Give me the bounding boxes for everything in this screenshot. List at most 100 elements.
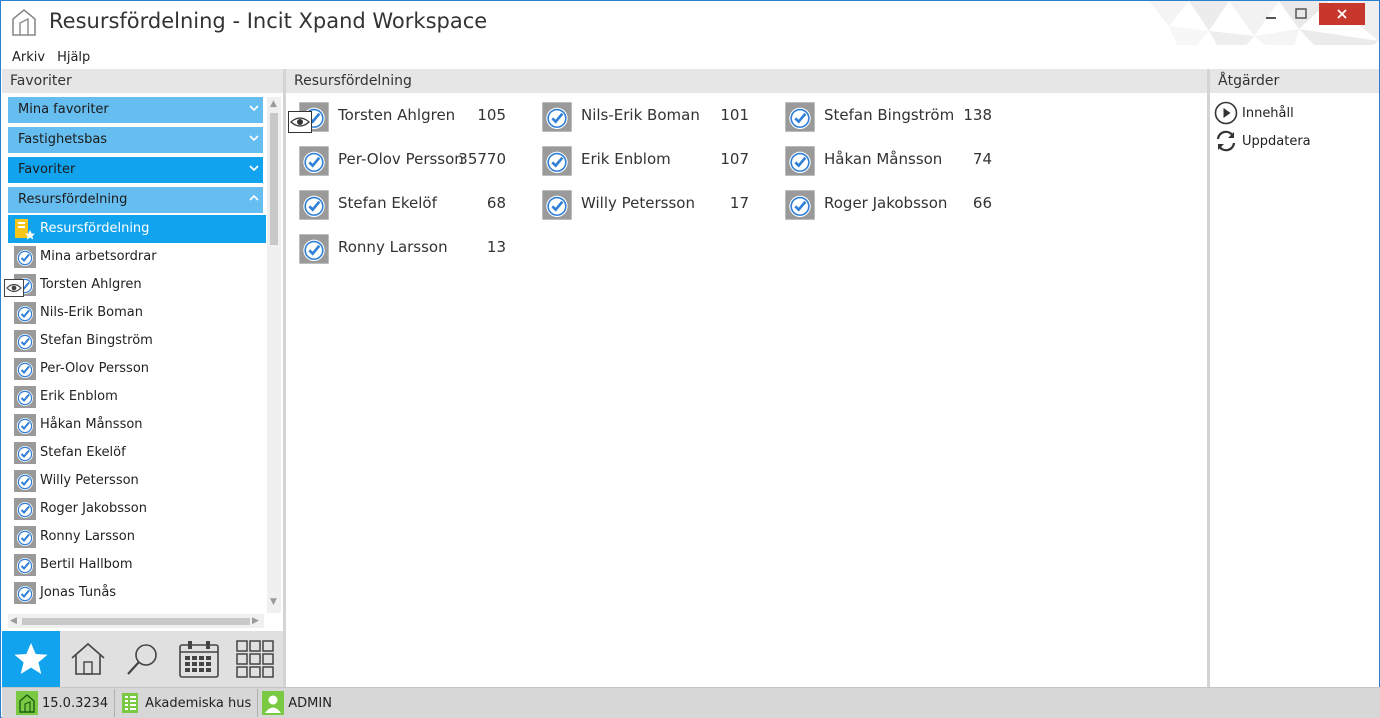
- tree-item-resource[interactable]: Torsten Ahlgren: [8, 271, 266, 299]
- star-icon: [14, 643, 48, 674]
- tree-item-label: Ronny Larsson: [40, 529, 135, 544]
- user-label: ADMIN: [288, 695, 332, 711]
- refresh-icon: [1216, 130, 1236, 152]
- apps-nav-button[interactable]: [227, 631, 283, 687]
- scroll-left-arrow-icon[interactable]: ◀: [10, 616, 17, 626]
- resource-tile[interactable]: Willy Petersson 17: [529, 185, 749, 221]
- resource-tile[interactable]: Stefan Bingström 138: [772, 97, 992, 133]
- organization-label: Akademiska hus: [145, 695, 252, 711]
- resource-name: Håkan Månsson: [824, 150, 943, 168]
- accordion-label: Favoriter: [18, 162, 76, 177]
- resource-name: Stefan Bingström: [824, 106, 955, 124]
- scroll-up-arrow-icon[interactable]: ▲: [270, 99, 277, 109]
- tree-item-label: Roger Jakobsson: [40, 501, 147, 516]
- work-order-check-icon: [299, 190, 329, 220]
- tree-item-resursfordelning[interactable]: Resursfördelning: [8, 215, 266, 243]
- menu-file[interactable]: Arkiv: [12, 50, 45, 65]
- home-nav-button[interactable]: [60, 631, 116, 687]
- user-avatar-icon: [262, 691, 285, 715]
- tree-item-label: Bertil Hallbom: [40, 557, 133, 572]
- organization-status[interactable]: Akademiska hus: [119, 689, 259, 717]
- resource-name: Torsten Ahlgren: [338, 106, 456, 124]
- resource-count: 68: [486, 194, 506, 212]
- tree-item-resource[interactable]: Stefan Ekelöf: [8, 439, 266, 467]
- chevron-down-icon: [249, 105, 259, 112]
- resource-name: Nils-Erik Boman: [581, 106, 700, 124]
- resource-name: Roger Jakobsson: [824, 194, 948, 212]
- close-button[interactable]: [1319, 3, 1365, 25]
- work-order-check-icon: [542, 102, 572, 132]
- building-icon: [119, 691, 141, 715]
- refresh-action[interactable]: Uppdatera: [1214, 129, 1311, 153]
- tree-item-label: Mina arbetsordrar: [40, 249, 157, 264]
- resource-name: Willy Petersson: [581, 194, 695, 212]
- favorites-nav-button[interactable]: [2, 631, 60, 687]
- accordion-resursfordelning[interactable]: Resursfördelning: [8, 187, 263, 213]
- work-order-check-icon: [14, 246, 36, 268]
- tree-item-resource[interactable]: Jonas Tunås: [8, 579, 266, 607]
- resource-tile[interactable]: Roger Jakobsson 66: [772, 185, 992, 221]
- scroll-right-arrow-icon[interactable]: ▶: [252, 616, 259, 626]
- resource-count: 101: [720, 106, 749, 124]
- tree-item-label: Stefan Ekelöf: [40, 445, 126, 460]
- tree-item-resource[interactable]: Ronny Larsson: [8, 523, 266, 551]
- tree-item-resource[interactable]: Stefan Bingström: [8, 327, 266, 355]
- tree-item-resource[interactable]: Willy Petersson: [8, 467, 266, 495]
- content-action[interactable]: Innehåll: [1214, 101, 1294, 125]
- version-status[interactable]: 15.0.3234: [16, 689, 116, 717]
- tree-item-resource[interactable]: Bertil Hallbom: [8, 551, 266, 579]
- tree-item-label: Erik Enblom: [40, 389, 118, 404]
- menu-help[interactable]: Hjälp: [57, 50, 90, 65]
- app-version-icon: [16, 691, 38, 715]
- search-nav-button[interactable]: [116, 631, 172, 687]
- maximize-icon: [1295, 8, 1307, 19]
- work-order-check-icon: [14, 358, 36, 380]
- resource-tile[interactable]: Per-Olov Persson 35770: [286, 141, 506, 177]
- search-icon: [127, 644, 158, 675]
- tree-item-resource[interactable]: Roger Jakobsson: [8, 495, 266, 523]
- status-bar: 15.0.3234 Akademiska hus ADMIN: [2, 687, 1380, 718]
- resource-tiles-area: Torsten Ahlgren 105 Nils-Erik Boman 101 …: [286, 93, 1207, 687]
- tree-item-resource[interactable]: Erik Enblom: [8, 383, 266, 411]
- work-order-check-icon: [299, 146, 329, 176]
- maximize-button[interactable]: [1287, 3, 1315, 25]
- tree-item-mina-arbetsordrar[interactable]: Mina arbetsordrar: [8, 243, 266, 271]
- minimize-button[interactable]: [1257, 3, 1285, 25]
- tree-item-resource[interactable]: Håkan Månsson: [8, 411, 266, 439]
- calendar-nav-button[interactable]: [171, 631, 227, 687]
- work-order-check-icon: [785, 102, 815, 132]
- menu-bar: Arkiv Hjälp: [1, 45, 1379, 69]
- title-bar[interactable]: Resursfördelning - Incit Xpand Workspace: [1, 1, 1379, 45]
- work-order-check-icon: [542, 190, 572, 220]
- accordion-mina-favoriter[interactable]: Mina favoriter: [8, 97, 263, 123]
- resource-tile[interactable]: Ronny Larsson 13: [286, 229, 506, 265]
- work-order-check-icon: [14, 470, 36, 492]
- accordion-fastighetsbas[interactable]: Fastighetsbas: [8, 127, 263, 153]
- work-order-check-icon: [299, 234, 329, 264]
- resource-tile[interactable]: Stefan Ekelöf 68: [286, 185, 506, 221]
- accordion-label: Mina favoriter: [18, 102, 109, 117]
- accordion-favoriter[interactable]: Favoriter: [8, 157, 263, 183]
- resource-tile[interactable]: Erik Enblom 107: [529, 141, 749, 177]
- chevron-up-icon: [249, 194, 259, 201]
- actions-panel-header: Åtgärder: [1210, 69, 1379, 93]
- scroll-down-arrow-icon[interactable]: ▼: [270, 597, 277, 607]
- resource-tile[interactable]: Torsten Ahlgren 105: [286, 97, 506, 133]
- tree-vertical-scrollbar[interactable]: ▲ ▼: [267, 97, 281, 613]
- scroll-thumb[interactable]: [22, 618, 250, 625]
- work-order-check-icon: [14, 414, 36, 436]
- tree-horizontal-scrollbar[interactable]: ◀ ▶: [8, 614, 264, 628]
- accordion-label: Fastighetsbas: [18, 132, 108, 147]
- scroll-thumb[interactable]: [270, 113, 278, 245]
- work-order-check-icon: [542, 146, 572, 176]
- resource-tile[interactable]: Nils-Erik Boman 101: [529, 97, 749, 133]
- grid-icon: [236, 640, 274, 678]
- work-order-check-icon: [14, 526, 36, 548]
- user-status[interactable]: ADMIN: [262, 689, 338, 717]
- resource-tile[interactable]: Håkan Månsson 74: [772, 141, 992, 177]
- tree-item-resource[interactable]: Per-Olov Persson: [8, 355, 266, 383]
- tree-item-resource[interactable]: Nils-Erik Boman: [8, 299, 266, 327]
- tree-item-label: Jonas Tunås: [40, 585, 117, 600]
- work-order-check-icon: [14, 386, 36, 408]
- center-panel-header: Resursfördelning: [286, 69, 1207, 93]
